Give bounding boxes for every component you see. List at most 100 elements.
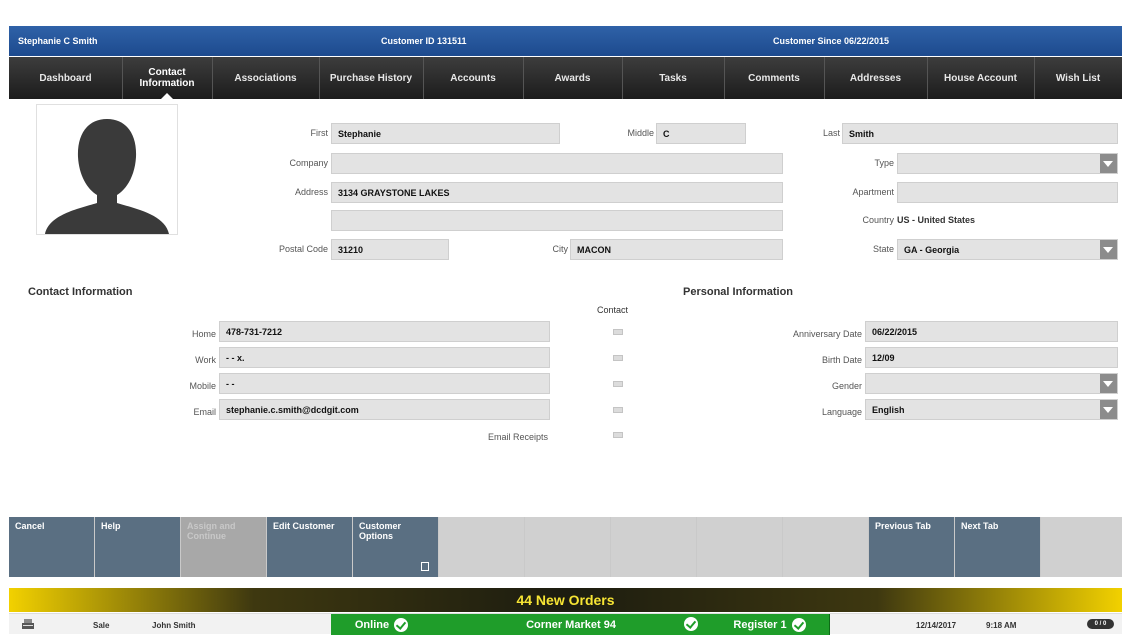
home-phone-label: Home: [191, 329, 216, 339]
customer-header: Stephanie C Smith Customer ID 131511 Cus…: [9, 26, 1122, 56]
email-receipts-checkbox[interactable]: [613, 432, 623, 438]
empty-action-slot: [783, 517, 869, 577]
tab-comments[interactable]: Comments: [724, 57, 825, 99]
country-value: US - United States: [897, 215, 976, 225]
anniversary-date-label: Anniversary Date: [792, 329, 862, 339]
anniversary-date-field[interactable]: 06/22/2015: [865, 321, 1118, 342]
status-time: 9:18 AM: [986, 621, 1017, 630]
tab-associations[interactable]: Associations: [212, 57, 320, 99]
postal-code-field[interactable]: 31210: [331, 239, 449, 260]
company-label: Company: [289, 158, 328, 168]
tab-house-account[interactable]: House Account: [927, 57, 1035, 99]
notification-pill[interactable]: 0 / 0: [1087, 619, 1114, 629]
assign-and-continue-button[interactable]: Assign and Continue: [181, 517, 267, 577]
tab-dashboard[interactable]: Dashboard: [9, 57, 123, 99]
customer-options-button[interactable]: Customer Options: [353, 517, 439, 577]
state-chevron-down-icon[interactable]: [1100, 240, 1117, 259]
email-contact-checkbox[interactable]: [613, 407, 623, 413]
tab-accounts[interactable]: Accounts: [423, 57, 524, 99]
apartment-label: Apartment: [852, 187, 894, 197]
email-field[interactable]: stephanie.c.smith@dcdgit.com: [219, 399, 550, 420]
contact-information-heading: Contact Information: [28, 286, 133, 298]
city-label: City: [552, 244, 569, 254]
next-tab-button[interactable]: Next Tab: [955, 517, 1041, 577]
tab-wish-list[interactable]: Wish List: [1034, 57, 1122, 99]
empty-action-slot: [1041, 517, 1122, 577]
empty-action-slot: [697, 517, 783, 577]
cash-register-icon[interactable]: [21, 618, 35, 632]
birth-date-field[interactable]: 12/09: [865, 347, 1118, 368]
register-check-icon: [791, 617, 806, 632]
mobile-phone-label: Mobile: [189, 381, 216, 391]
first-name-field[interactable]: Stephanie: [331, 123, 560, 144]
mobile-contact-checkbox[interactable]: [613, 381, 623, 387]
store-check-icon: [684, 617, 698, 631]
email-receipts-label: Email Receipts: [487, 432, 548, 442]
cancel-button[interactable]: Cancel: [9, 517, 95, 577]
gender-chevron-down-icon[interactable]: [1100, 374, 1117, 393]
mobile-phone-field[interactable]: - -: [219, 373, 550, 394]
tab-addresses[interactable]: Addresses: [824, 57, 928, 99]
state-label: State: [872, 244, 894, 254]
birth-date-label: Birth Date: [821, 355, 862, 365]
help-button[interactable]: Help: [95, 517, 181, 577]
status-bar: Sale John Smith Online Corner Market 94 …: [9, 613, 1122, 635]
empty-action-slot: [525, 517, 611, 577]
avatar-silhouette-icon: [45, 119, 169, 234]
customer-options-label: Customer Options: [359, 521, 402, 541]
tab-awards[interactable]: Awards: [523, 57, 623, 99]
tab-tasks[interactable]: Tasks: [622, 57, 725, 99]
email-label: Email: [193, 407, 216, 417]
online-check-icon: [394, 617, 409, 632]
state-dropdown[interactable]: GA - Georgia: [897, 239, 1118, 260]
country-label: Country: [862, 215, 894, 225]
online-label: Online: [354, 618, 390, 631]
previous-tab-button[interactable]: Previous Tab: [869, 517, 955, 577]
type-chevron-down-icon[interactable]: [1100, 154, 1117, 173]
last-name-label: Last: [822, 128, 840, 138]
language-dropdown[interactable]: English: [865, 399, 1118, 420]
customer-id: Customer ID 131511: [381, 36, 467, 46]
customer-photo[interactable]: [36, 104, 178, 235]
work-phone-field[interactable]: - - x.: [219, 347, 550, 368]
edit-customer-button[interactable]: Edit Customer: [267, 517, 353, 577]
empty-action-slot: [439, 517, 525, 577]
status-date: 12/14/2017: [916, 621, 957, 630]
store-indicator[interactable]: Corner Market 94: [432, 614, 711, 635]
work-phone-label: Work: [195, 355, 216, 365]
city-field[interactable]: MACON: [570, 239, 783, 260]
gender-label: Gender: [831, 381, 862, 391]
empty-action-slot: [611, 517, 697, 577]
mode-label: Sale: [93, 621, 110, 630]
type-label: Type: [874, 158, 894, 168]
address-line1-field[interactable]: 3134 GRAYSTONE LAKES: [331, 182, 783, 203]
store-label: Corner Market 94: [526, 618, 616, 631]
type-dropdown[interactable]: [897, 153, 1118, 174]
register-indicator[interactable]: Register 1: [710, 614, 830, 635]
company-field[interactable]: [331, 153, 783, 174]
middle-name-label: Middle: [627, 128, 654, 138]
work-contact-checkbox[interactable]: [613, 355, 623, 361]
home-contact-checkbox[interactable]: [613, 329, 623, 335]
new-orders-banner[interactable]: 44 New Orders: [9, 588, 1122, 612]
address-line2-field[interactable]: [331, 210, 783, 231]
tab-contact-information[interactable]: Contact Information: [122, 57, 213, 100]
action-bar: Cancel Help Assign and Continue Edit Cus…: [9, 517, 1122, 577]
first-name-label: First: [310, 128, 329, 138]
personal-information-heading: Personal Information: [683, 286, 794, 298]
tab-bar: Dashboard Contact Information Associatio…: [9, 57, 1122, 100]
apartment-field[interactable]: [897, 182, 1118, 203]
home-phone-field[interactable]: 478-731-7212: [219, 321, 550, 342]
last-name-field[interactable]: Smith: [842, 123, 1118, 144]
tab-purchase-history[interactable]: Purchase History: [319, 57, 424, 99]
gender-dropdown[interactable]: [865, 373, 1118, 394]
customer-since: Customer Since 06/22/2015: [773, 36, 890, 46]
user-name: John Smith: [152, 621, 196, 630]
menu-icon: [421, 562, 429, 571]
language-chevron-down-icon[interactable]: [1100, 400, 1117, 419]
customer-name: Stephanie C Smith: [18, 36, 98, 46]
online-indicator[interactable]: Online: [331, 614, 433, 635]
middle-name-field[interactable]: C: [656, 123, 746, 144]
language-label: Language: [821, 407, 862, 417]
contact-column-header: Contact: [597, 305, 629, 315]
